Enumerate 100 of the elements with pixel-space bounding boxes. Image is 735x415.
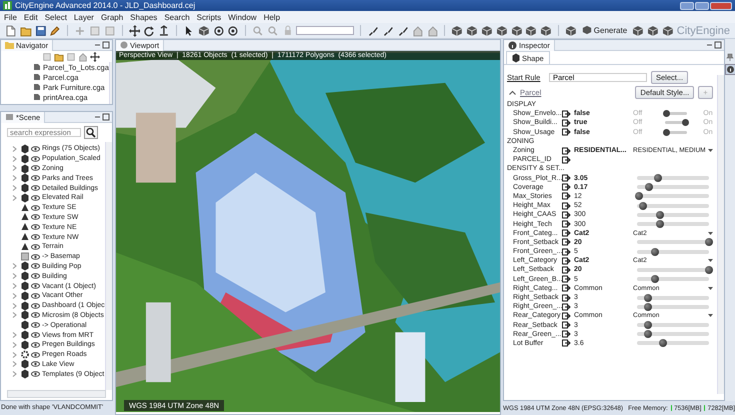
scrollbar[interactable] bbox=[7, 390, 106, 398]
menu-item[interactable]: File bbox=[4, 12, 17, 22]
menu-item[interactable]: Search bbox=[164, 12, 190, 22]
connect-icon[interactable] bbox=[562, 220, 571, 228]
scale-icon[interactable] bbox=[158, 24, 170, 36]
eye-icon[interactable] bbox=[31, 244, 40, 250]
eye-icon[interactable] bbox=[31, 194, 40, 201]
connect-icon[interactable] bbox=[562, 146, 571, 155]
eye-icon[interactable] bbox=[31, 302, 40, 309]
minimize-icon[interactable] bbox=[706, 41, 722, 49]
pin-icon[interactable] bbox=[726, 53, 734, 61]
eye-icon[interactable] bbox=[31, 175, 40, 182]
eye-icon[interactable] bbox=[31, 263, 40, 270]
eye-icon[interactable] bbox=[31, 214, 40, 220]
slider-thumb[interactable] bbox=[656, 220, 664, 228]
cube-icon[interactable] bbox=[632, 24, 644, 36]
cube-icon[interactable] bbox=[540, 24, 552, 36]
cube-icon[interactable] bbox=[451, 24, 464, 36]
maximize-button[interactable] bbox=[695, 2, 709, 10]
slider-thumb[interactable] bbox=[658, 339, 667, 348]
toggle-switch[interactable] bbox=[665, 112, 687, 116]
slider-thumb[interactable] bbox=[656, 210, 664, 219]
connect-icon[interactable] bbox=[562, 238, 571, 246]
move-icon[interactable] bbox=[128, 24, 140, 36]
eye-icon[interactable] bbox=[31, 254, 40, 260]
cube-icon[interactable] bbox=[510, 24, 522, 36]
connect-icon[interactable] bbox=[562, 156, 571, 164]
connect-icon[interactable] bbox=[562, 312, 571, 320]
eye-icon[interactable] bbox=[31, 292, 40, 299]
eye-icon[interactable] bbox=[31, 156, 40, 162]
connect-icon[interactable] bbox=[562, 330, 571, 338]
connect-icon[interactable] bbox=[562, 266, 571, 274]
cube-icon[interactable] bbox=[662, 24, 674, 36]
connect-icon[interactable] bbox=[562, 202, 571, 210]
eye-icon[interactable] bbox=[31, 185, 40, 192]
menu-item[interactable]: Scripts bbox=[196, 12, 222, 22]
eye-icon[interactable] bbox=[31, 371, 40, 378]
cube-icon[interactable] bbox=[466, 24, 478, 36]
connect-icon[interactable] bbox=[562, 192, 571, 200]
cube-icon[interactable] bbox=[565, 24, 577, 36]
slider-thumb[interactable] bbox=[639, 202, 648, 210]
collapse-caret-icon[interactable] bbox=[509, 90, 516, 94]
slider-thumb[interactable] bbox=[644, 294, 652, 302]
cube-icon[interactable] bbox=[496, 24, 508, 36]
rotate-icon[interactable] bbox=[143, 24, 156, 36]
connect-icon[interactable] bbox=[562, 275, 571, 284]
eye-icon[interactable] bbox=[31, 224, 40, 230]
eye-icon[interactable] bbox=[31, 283, 40, 290]
connect-icon[interactable] bbox=[562, 110, 571, 118]
eye-icon[interactable] bbox=[31, 342, 40, 348]
eye-icon[interactable] bbox=[31, 165, 40, 172]
eye-icon[interactable] bbox=[31, 273, 40, 280]
menu-item[interactable]: Layer bbox=[74, 12, 94, 22]
search-icon[interactable] bbox=[84, 126, 98, 139]
menu-item[interactable]: Graph bbox=[100, 12, 124, 22]
close-button[interactable] bbox=[710, 2, 732, 10]
slider-thumb[interactable] bbox=[644, 321, 652, 330]
slider-thumb[interactable] bbox=[704, 266, 713, 274]
connect-icon[interactable] bbox=[562, 284, 571, 292]
connect-icon[interactable] bbox=[562, 229, 571, 238]
scrollbar[interactable] bbox=[105, 142, 112, 390]
connect-icon[interactable] bbox=[562, 118, 571, 127]
eye-icon[interactable] bbox=[31, 234, 40, 240]
slider-thumb[interactable] bbox=[644, 302, 652, 311]
menu-item[interactable]: Help bbox=[264, 12, 280, 22]
toggle-switch[interactable] bbox=[665, 121, 687, 124]
eye-icon[interactable] bbox=[31, 312, 40, 318]
menu-item[interactable]: Window bbox=[228, 12, 257, 22]
slider-thumb[interactable] bbox=[644, 330, 652, 338]
menu-item[interactable]: Select bbox=[44, 12, 67, 22]
eye-icon[interactable] bbox=[31, 361, 40, 368]
slider-thumb[interactable] bbox=[645, 183, 654, 192]
slider-thumb[interactable] bbox=[650, 248, 659, 256]
connect-icon[interactable] bbox=[562, 174, 571, 182]
cube-icon[interactable] bbox=[525, 24, 538, 36]
toggle-switch[interactable] bbox=[665, 130, 687, 134]
save-icon[interactable] bbox=[34, 24, 46, 36]
connect-icon[interactable] bbox=[562, 210, 571, 219]
connect-icon[interactable] bbox=[562, 256, 571, 265]
cube-icon[interactable] bbox=[646, 24, 659, 36]
connect-icon[interactable] bbox=[562, 183, 571, 192]
connect-icon[interactable] bbox=[562, 248, 571, 256]
target-icon[interactable] bbox=[227, 24, 240, 36]
scrollbar[interactable] bbox=[716, 75, 724, 394]
generate-button[interactable]: Generate bbox=[580, 24, 630, 36]
connect-icon[interactable] bbox=[562, 339, 571, 348]
scrollbar[interactable] bbox=[108, 62, 112, 104]
eye-icon[interactable] bbox=[31, 204, 40, 211]
connect-icon[interactable] bbox=[562, 128, 571, 136]
menu-item[interactable]: Edit bbox=[24, 12, 38, 22]
toolbar-field[interactable] bbox=[296, 26, 354, 35]
eye-icon[interactable] bbox=[31, 322, 40, 328]
connect-icon[interactable] bbox=[562, 294, 571, 302]
menu-item[interactable]: Shapes bbox=[130, 12, 158, 22]
eye-icon[interactable] bbox=[31, 352, 40, 358]
cube-icon[interactable] bbox=[481, 24, 493, 36]
minimize-icon[interactable] bbox=[94, 41, 110, 49]
move-icon[interactable] bbox=[90, 52, 100, 62]
minimize-icon[interactable] bbox=[94, 113, 110, 121]
eye-icon[interactable] bbox=[31, 332, 40, 338]
